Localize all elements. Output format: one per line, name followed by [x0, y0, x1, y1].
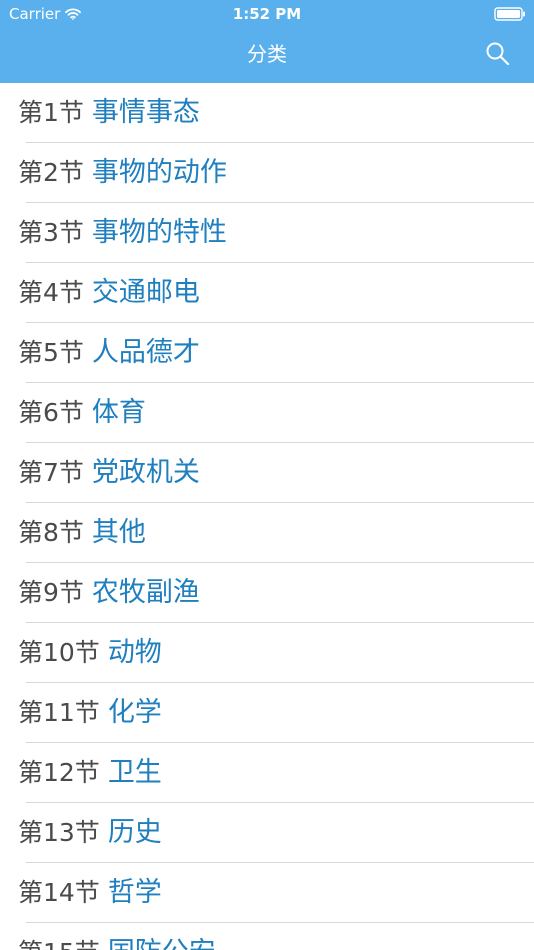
list-item[interactable]: 第14节 哲学 — [0, 863, 534, 923]
section-name: 历史 — [107, 817, 162, 848]
list-item[interactable]: 第8节 其他 — [0, 503, 534, 563]
section-name: 事情事态 — [91, 97, 200, 128]
section-name: 国防公安 — [108, 937, 216, 950]
list-item[interactable]: 第3节 事物的特性 — [0, 203, 534, 263]
navigation-bar: 分类 — [0, 28, 534, 83]
status-time: 1:52 PM — [232, 5, 302, 23]
list-item[interactable]: 第15节国防公安 — [0, 923, 534, 950]
section-name: 党政机关 — [91, 457, 200, 488]
section-number: 第11节 — [18, 698, 100, 727]
search-button[interactable] — [484, 40, 512, 68]
section-number: 第14节 — [18, 878, 100, 907]
section-number: 第15节 — [18, 938, 100, 950]
section-name: 体育 — [91, 397, 146, 428]
section-number: 第6节 — [18, 398, 84, 427]
section-name: 交通邮电 — [91, 277, 200, 308]
section-number: 第10节 — [18, 638, 100, 667]
section-name: 卫生 — [107, 757, 162, 788]
list-item[interactable]: 第10节 动物 — [0, 623, 534, 683]
top-bar: Carrier 1:52 PM 分类 — [0, 0, 534, 83]
section-number: 第7节 — [18, 458, 84, 487]
list-item[interactable]: 第2节 事物的动作 — [0, 143, 534, 203]
section-list: 第1节 事情事态 第2节 事物的动作 第3节 事物的特性 第4节 交通邮电 第5节 人品德才 第6节… — [0, 83, 534, 950]
list-item[interactable]: 第4节 交通邮电 — [0, 263, 534, 323]
list-item[interactable]: 第7节 党政机关 — [0, 443, 534, 503]
section-name: 哲学 — [107, 877, 162, 908]
section-name: 其他 — [91, 517, 146, 548]
list-item[interactable]: 第9节 农牧副渔 — [0, 563, 534, 623]
list-item[interactable]: 第1节 事情事态 — [0, 83, 534, 143]
list-item[interactable]: 第11节 化学 — [0, 683, 534, 743]
section-name: 人品德才 — [91, 337, 200, 368]
list-item[interactable]: 第13节 历史 — [0, 803, 534, 863]
list-item[interactable]: 第6节 体育 — [0, 383, 534, 443]
battery-icon — [494, 7, 525, 21]
section-number: 第8节 — [18, 518, 84, 547]
section-name: 事物的特性 — [91, 217, 227, 248]
section-number: 第5节 — [18, 338, 84, 367]
page-title: 分类 — [247, 42, 287, 66]
list-item[interactable]: 第12节 卫生 — [0, 743, 534, 803]
section-name: 动物 — [107, 637, 162, 668]
section-name: 事物的动作 — [91, 157, 227, 188]
app-screen: Carrier 1:52 PM 分类 第1节 事情事态 第2节 事物的动作 第3… — [0, 0, 534, 950]
section-number: 第3节 — [18, 218, 84, 247]
section-number: 第12节 — [18, 758, 100, 787]
section-number: 第4节 — [18, 278, 84, 307]
search-icon — [486, 42, 510, 66]
list-item[interactable]: 第5节 人品德才 — [0, 323, 534, 383]
section-name: 农牧副渔 — [91, 577, 200, 608]
section-number: 第13节 — [18, 818, 100, 847]
section-name: 化学 — [107, 697, 162, 728]
section-number: 第2节 — [18, 158, 84, 187]
section-number: 第9节 — [18, 578, 84, 607]
section-number: 第1节 — [18, 98, 84, 127]
status-bar: Carrier 1:52 PM — [0, 0, 534, 28]
